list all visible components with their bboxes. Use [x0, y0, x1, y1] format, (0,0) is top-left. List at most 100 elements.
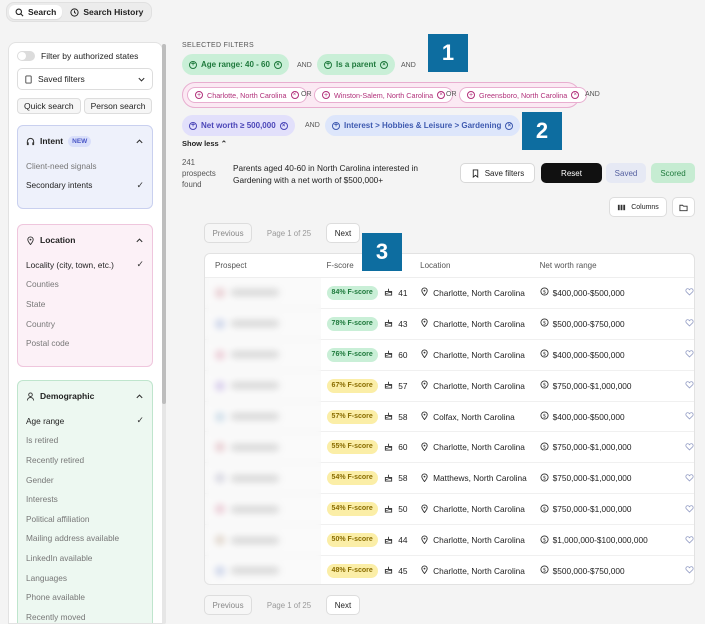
filter-chip-networth-label: Net worth ≥ 500,000 — [201, 121, 276, 130]
col-networth[interactable]: Net worth range — [540, 261, 669, 270]
demo-item-linkedin[interactable]: LinkedIn available — [18, 548, 152, 568]
filter-chip-age[interactable]: + Age range: 40 - 60 × — [182, 54, 289, 75]
heart-icon[interactable] — [685, 288, 694, 298]
quick-search-button[interactable]: Quick search — [17, 98, 81, 114]
scrollbar-thumb[interactable] — [162, 44, 166, 404]
demo-item-phone[interactable]: Phone available — [18, 587, 152, 607]
age-value: 45 — [398, 565, 408, 576]
demo-item-recently-retired[interactable]: Recently retired — [18, 450, 152, 470]
cake-icon — [384, 287, 393, 298]
close-icon[interactable]: × — [290, 91, 299, 99]
chevron-up-icon — [135, 236, 144, 245]
location-item-postal[interactable]: Postal code — [18, 333, 152, 353]
person-search-button[interactable]: Person search — [83, 98, 153, 114]
demo-item-interests[interactable]: Interests — [18, 489, 152, 509]
next-page-button[interactable]: Next — [326, 223, 360, 243]
intent-title: Intent — [40, 136, 64, 146]
dollar-icon: $ — [540, 504, 549, 515]
save-filters-button[interactable]: Save filters — [460, 163, 535, 183]
auth-toggle[interactable] — [17, 51, 35, 61]
previous-page-button[interactable]: Previous — [204, 223, 252, 243]
demo-item-retired[interactable]: Is retired — [18, 431, 152, 451]
demo-item-mailing[interactable]: Mailing address available — [18, 529, 152, 549]
heart-icon[interactable] — [685, 412, 694, 422]
networth-cell: $ $400,000-$500,000 — [540, 349, 669, 360]
location-header[interactable]: Location — [18, 225, 152, 255]
cake-icon — [384, 565, 393, 576]
filter-chip-city-charlotte[interactable]: + Charlotte, North Carolina × — [187, 87, 307, 103]
demo-item-recently-moved[interactable]: Recently moved — [18, 607, 152, 623]
heart-icon[interactable] — [685, 350, 694, 360]
saved-filters-label: Saved filters — [38, 74, 85, 84]
close-icon[interactable]: × — [571, 91, 580, 99]
filter-chip-city-winston[interactable]: + Winston-Salem, North Carolina × — [314, 87, 454, 103]
columns-button[interactable]: Columns — [609, 197, 667, 217]
location-item-counties[interactable]: Counties — [18, 275, 152, 295]
filter-chip-interest[interactable]: + Interest > Hobbies & Leisure > Gardeni… — [325, 115, 521, 136]
reset-button[interactable]: Reset — [541, 163, 602, 183]
demo-item-gender[interactable]: Gender — [18, 470, 152, 490]
next-page-button[interactable]: Next — [326, 595, 360, 615]
fscore-badge: 57% F-score — [326, 409, 378, 424]
close-icon[interactable]: × — [279, 121, 288, 130]
scored-tab-button[interactable]: Scored — [651, 163, 695, 183]
location-item-state[interactable]: State — [18, 294, 152, 314]
location-item-locality[interactable]: Locality (city, town, etc.) ✓ — [18, 255, 152, 275]
heart-icon[interactable] — [685, 566, 694, 576]
close-icon[interactable]: × — [273, 60, 282, 69]
map-pin-icon — [420, 318, 429, 329]
tab-search-history[interactable]: Search History — [64, 5, 149, 19]
intent-item-secondary[interactable]: Secondary intents ✓ — [18, 176, 152, 196]
check-icon: ✓ — [136, 259, 144, 270]
heart-icon[interactable] — [685, 504, 694, 515]
age-value: 57 — [398, 380, 408, 391]
page-info: Page 1 of 25 — [266, 600, 312, 610]
filter-chip-city-label: Greensboro, North Carolina — [479, 90, 568, 100]
filter-chip-city-greensboro[interactable]: + Greensboro, North Carolina × — [459, 87, 588, 103]
plus-icon: + — [189, 121, 197, 130]
heart-icon[interactable] — [685, 474, 694, 484]
fscore-badge: 67% F-score — [326, 378, 378, 393]
filter-chip-networth[interactable]: + Net worth ≥ 500,000 × — [182, 115, 295, 136]
svg-text:$: $ — [542, 475, 545, 481]
col-prospect[interactable]: Prospect — [205, 254, 321, 277]
heart-icon[interactable] — [685, 381, 694, 391]
col-location[interactable]: Location — [420, 261, 540, 270]
dollar-icon: $ — [540, 287, 549, 298]
saved-filters-dropdown[interactable]: Saved filters — [17, 68, 153, 90]
demographic-header[interactable]: Demographic — [18, 381, 152, 411]
demo-item-label: Recently moved — [26, 611, 86, 622]
sidebar-scrollbar[interactable] — [162, 44, 166, 624]
headphones-icon — [26, 137, 35, 146]
folder-button[interactable] — [672, 197, 695, 217]
close-icon[interactable]: × — [505, 121, 514, 130]
or-joiner: OR — [446, 91, 457, 98]
networth-value: $750,000-$1,000,000 — [552, 473, 632, 484]
previous-page-button[interactable]: Previous — [204, 595, 252, 615]
cake-icon — [384, 380, 393, 391]
networth-cell: $ $750,000-$1,000,000 — [540, 442, 669, 453]
location-value: Charlotte, North Carolina — [433, 349, 525, 360]
show-less-link[interactable]: Show less ⌃ — [182, 139, 227, 148]
intent-item-client-need[interactable]: Client-need signals — [18, 156, 152, 176]
demo-item-political[interactable]: Political affiliation — [18, 509, 152, 529]
heart-icon[interactable] — [685, 443, 694, 453]
demo-item-languages[interactable]: Languages — [18, 568, 152, 588]
intent-header[interactable]: Intent NEW — [18, 126, 152, 156]
history-icon — [70, 7, 79, 17]
heart-icon[interactable] — [685, 319, 694, 329]
favorite-cell — [669, 411, 694, 422]
favorite-cell — [669, 287, 694, 298]
app-root: Search Search History Filter by authoriz… — [0, 0, 705, 624]
close-icon[interactable]: × — [380, 60, 389, 69]
age-cell: 50 — [384, 504, 420, 515]
saved-tab-button[interactable]: Saved — [606, 163, 646, 183]
heart-icon[interactable] — [685, 535, 694, 546]
dollar-icon: $ — [540, 318, 549, 329]
demo-item-age-range[interactable]: Age range ✓ — [18, 411, 152, 431]
close-icon[interactable]: × — [437, 91, 446, 99]
fscore-badge: 84% F-score — [326, 285, 378, 300]
filter-chip-parent[interactable]: + Is a parent × — [317, 54, 396, 75]
location-item-country[interactable]: Country — [18, 314, 152, 334]
tab-search[interactable]: Search — [9, 5, 63, 19]
